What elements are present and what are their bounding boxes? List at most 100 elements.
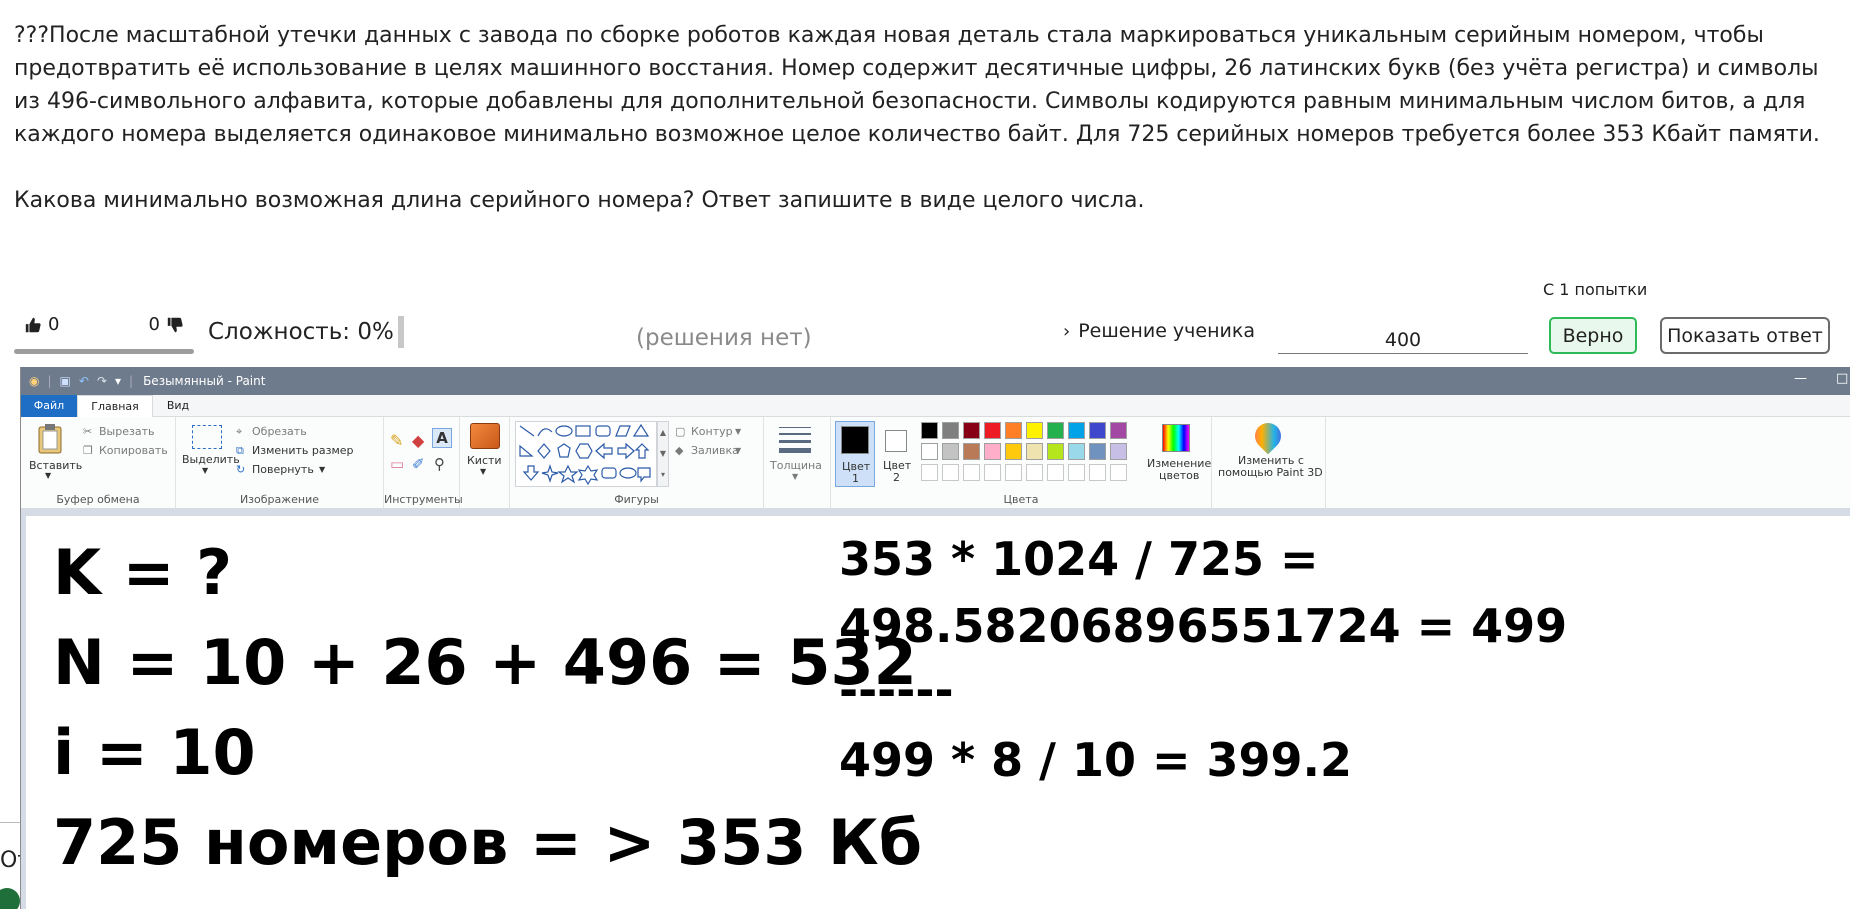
- answer-input[interactable]: [1278, 320, 1528, 354]
- paint3d-label-2: помощью Paint 3D: [1218, 466, 1323, 479]
- maximize-icon[interactable]: □: [1836, 371, 1848, 386]
- canvas-line: 725 номеров = > 353 Кб: [53, 806, 922, 879]
- crop-button[interactable]: Обрезать: [252, 425, 307, 438]
- rotate-button[interactable]: Повернуть: [252, 463, 314, 476]
- color-swatch[interactable]: [1047, 443, 1064, 460]
- outline-button[interactable]: Контур: [691, 425, 733, 438]
- color-swatch[interactable]: [1026, 443, 1043, 460]
- size-group[interactable]: Толщина ▼: [764, 417, 830, 509]
- color-swatch[interactable]: [1047, 464, 1064, 481]
- color-swatch[interactable]: [1047, 422, 1064, 439]
- color-swatch[interactable]: [1110, 422, 1127, 439]
- resize-button[interactable]: Изменить размер: [252, 444, 354, 457]
- text-icon[interactable]: A: [432, 428, 452, 448]
- color-swatch[interactable]: [942, 464, 959, 481]
- minimize-icon[interactable]: —: [1794, 371, 1807, 386]
- color-swatch[interactable]: [1089, 422, 1106, 439]
- chevron-down-icon: ▼: [735, 427, 742, 436]
- brushes-group[interactable]: Кисти ▼: [460, 417, 510, 509]
- canvas-line: 499 * 8 / 10 = 399.2: [839, 733, 1353, 787]
- chevron-down-icon: ▼: [735, 446, 742, 455]
- votes-panel: 0 0: [14, 310, 194, 354]
- chevron-down-icon: ▼: [45, 471, 52, 480]
- thumbs-up-icon: [25, 317, 41, 332]
- fill-icon[interactable]: ◆: [412, 431, 424, 450]
- color-swatch[interactable]: [1005, 443, 1022, 460]
- canvas-line: i = 10: [53, 716, 256, 789]
- color-swatch[interactable]: [1005, 464, 1022, 481]
- color-swatch[interactable]: [963, 443, 980, 460]
- paste-label: Вставить: [29, 459, 83, 472]
- color-swatch[interactable]: [1068, 422, 1085, 439]
- redo-icon[interactable]: ↷: [97, 374, 107, 388]
- student-solution-toggle[interactable]: › Решение ученика: [1063, 320, 1255, 342]
- cut-button[interactable]: Вырезать: [99, 425, 154, 438]
- color-swatch[interactable]: [1089, 464, 1106, 481]
- color-swatch[interactable]: [921, 422, 938, 439]
- chevron-right-icon: ›: [1063, 320, 1071, 342]
- ribbon-tabs: Файл Главная Вид: [21, 395, 1850, 418]
- color2-number: 2: [893, 471, 900, 484]
- color-swatch[interactable]: [1068, 443, 1085, 460]
- shapes-group-label: Фигуры: [614, 493, 659, 506]
- eraser-icon[interactable]: ▭: [390, 455, 404, 473]
- edit-colors-button[interactable]: Изменение цветов: [1143, 421, 1211, 487]
- color-swatch[interactable]: [1089, 443, 1106, 460]
- color2-button[interactable]: Цвет 2: [877, 421, 917, 487]
- window-title: Безымянный - Paint: [143, 374, 266, 388]
- color-swatch[interactable]: [1110, 443, 1127, 460]
- color-swatch[interactable]: [984, 443, 1001, 460]
- size-label: Толщина: [770, 459, 822, 472]
- color-swatch[interactable]: [1026, 422, 1043, 439]
- color-swatch[interactable]: [1110, 464, 1127, 481]
- pencil-icon[interactable]: ✎: [390, 431, 403, 450]
- color-swatch[interactable]: [942, 443, 959, 460]
- dislike-button[interactable]: 0: [149, 314, 184, 335]
- color-swatch[interactable]: [984, 422, 1001, 439]
- tab-file[interactable]: Файл: [21, 395, 77, 417]
- shapes-scrollbar[interactable]: ▲ ▼ ▾: [657, 421, 669, 487]
- edit-icon[interactable]: [0, 888, 20, 909]
- color1-button[interactable]: Цвет 1: [835, 421, 875, 487]
- color-swatch[interactable]: [984, 464, 1001, 481]
- drawing-canvas[interactable]: K = ? N = 10 + 26 + 496 = 532 i = 10 725…: [26, 516, 1850, 909]
- title-bar: ◉ | ▣ ↶ ↷ ▾ | Безымянный - Paint — □: [21, 367, 1850, 395]
- shapes-gallery[interactable]: [515, 421, 657, 487]
- outline-icon: ▢: [675, 425, 686, 438]
- paint3d-group[interactable]: Изменить с помощью Paint 3D: [1212, 417, 1326, 509]
- color-swatch[interactable]: [1068, 464, 1085, 481]
- color-swatch[interactable]: [963, 464, 980, 481]
- color-swatch[interactable]: [963, 422, 980, 439]
- canvas-line: 498.58206896551724 = 499: [839, 599, 1568, 653]
- chevron-down-icon: ▼: [480, 467, 487, 476]
- tab-view[interactable]: Вид: [153, 395, 203, 417]
- color-swatch[interactable]: [942, 422, 959, 439]
- select-label: Выделить: [182, 453, 240, 466]
- customize-icon[interactable]: ▾: [115, 374, 121, 388]
- save-icon[interactable]: ▣: [60, 374, 71, 388]
- color2-swatch: [885, 430, 907, 452]
- select-button[interactable]: Выделить ▼: [180, 423, 240, 483]
- fill-button[interactable]: Заливка: [691, 444, 739, 457]
- paste-button[interactable]: Вставить ▼: [27, 421, 82, 481]
- copy-button[interactable]: Копировать: [99, 444, 168, 457]
- chevron-down-icon: ▼: [202, 466, 209, 475]
- show-answer-button[interactable]: Показать ответ: [1660, 317, 1830, 354]
- undo-icon[interactable]: ↶: [79, 374, 89, 388]
- difficulty-label: Сложность: 0%: [208, 319, 394, 345]
- color-swatch[interactable]: [921, 464, 938, 481]
- separator: |: [129, 374, 134, 388]
- line-thickness-icon: [779, 427, 811, 453]
- color-swatch[interactable]: [1026, 464, 1043, 481]
- tab-home[interactable]: Главная: [77, 395, 153, 418]
- paint-window: ◉ | ▣ ↶ ↷ ▾ | Безымянный - Paint — □ Фай…: [20, 367, 1850, 909]
- correct-button[interactable]: Верно: [1549, 317, 1637, 354]
- like-button[interactable]: 0: [24, 314, 59, 335]
- ribbon: Вставить ▼ ✂ Вырезать ❐ Копировать Буфер…: [21, 417, 1850, 509]
- color-swatch[interactable]: [921, 443, 938, 460]
- color-swatch[interactable]: [1005, 422, 1022, 439]
- magnifier-icon[interactable]: ⚲: [434, 455, 445, 473]
- votes-bar: [14, 349, 194, 354]
- thumbs-down-icon: [167, 317, 183, 332]
- color-picker-icon[interactable]: ✐: [412, 455, 425, 473]
